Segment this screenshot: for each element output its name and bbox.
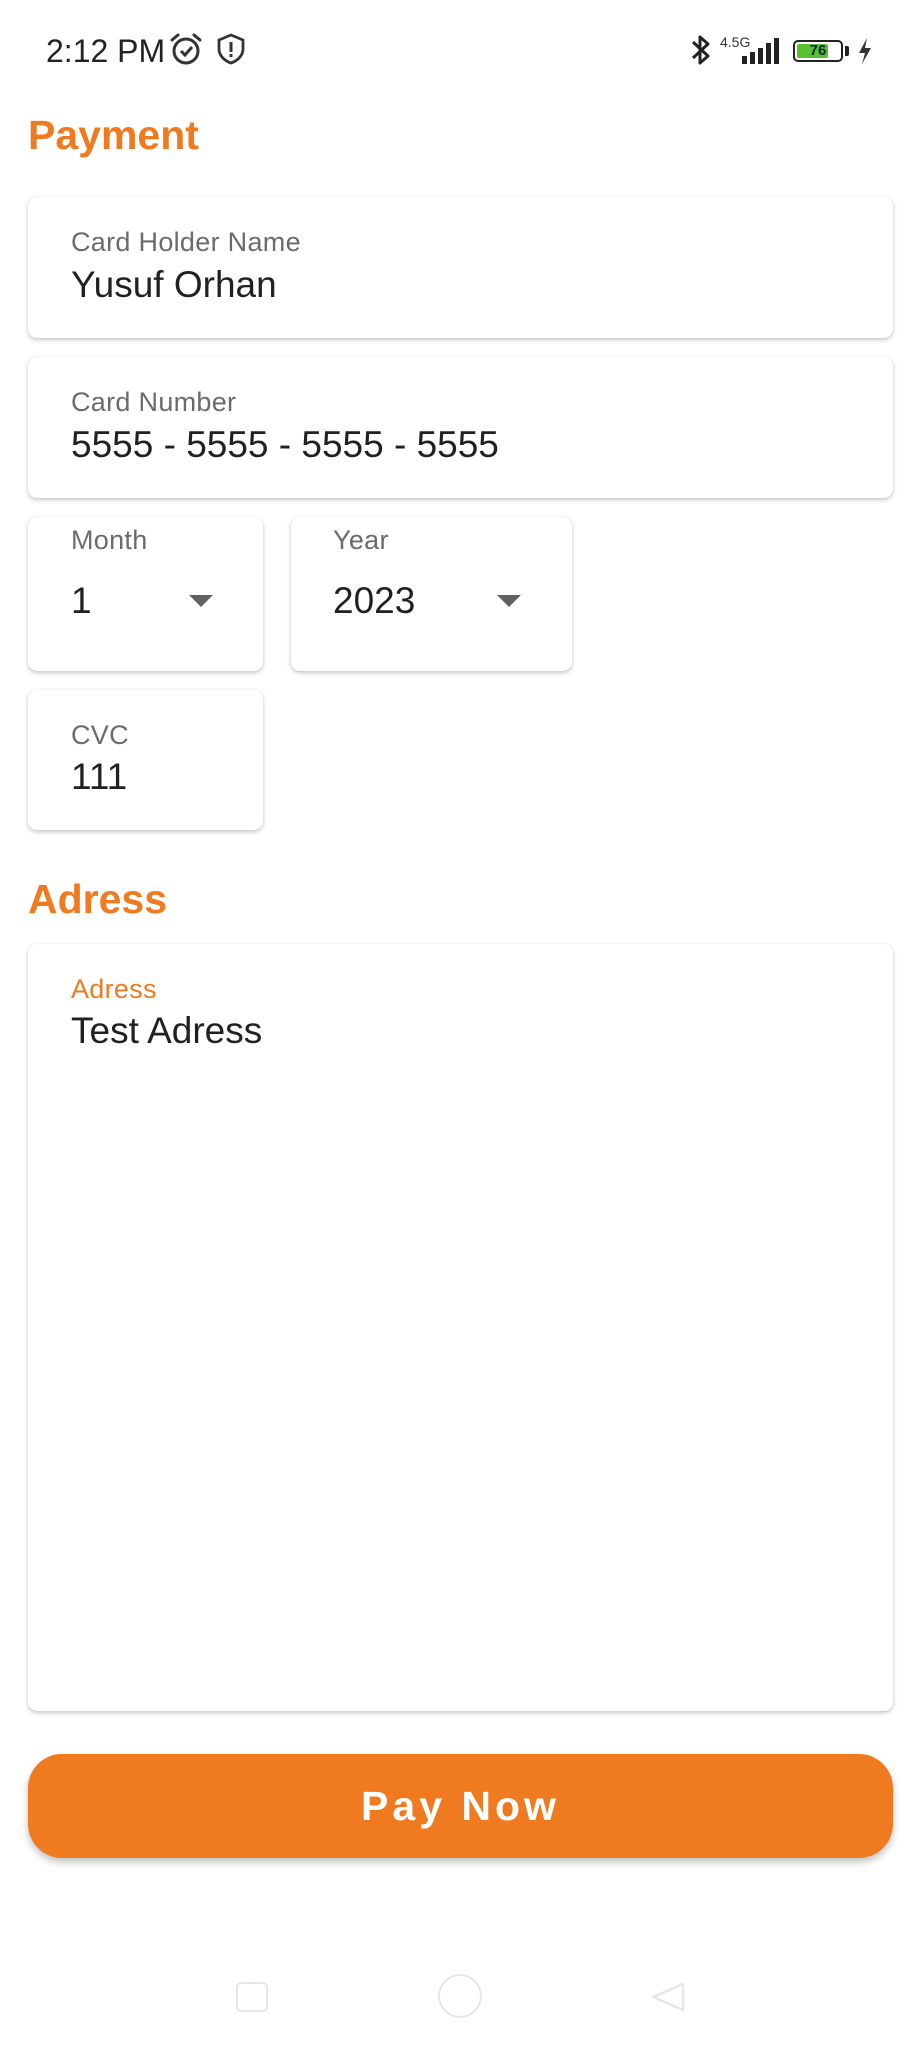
back-triangle-icon[interactable]: [650, 1980, 686, 2019]
status-time: 2:12 PM: [46, 33, 166, 69]
chevron-down-icon[interactable]: [189, 595, 213, 607]
cvc-field[interactable]: CVC 111: [28, 690, 263, 830]
battery-cap: [845, 46, 849, 56]
home-circle-icon[interactable]: [438, 1974, 482, 2018]
card-number-field[interactable]: Card Number 5555 - 5555 - 5555 - 5555: [28, 357, 893, 498]
recents-square-icon[interactable]: [236, 1982, 268, 2012]
address-label: Adress: [71, 974, 157, 1004]
card-number-value[interactable]: 5555 - 5555 - 5555 - 5555: [71, 424, 499, 466]
month-select[interactable]: Month 1: [28, 517, 263, 671]
navigation-bar: [0, 1940, 921, 2048]
card-holder-field[interactable]: Card Holder Name Yusuf Orhan: [28, 197, 893, 338]
charging-icon: [856, 36, 874, 71]
card-number-label: Card Number: [71, 387, 237, 417]
signal-icon: [738, 36, 784, 71]
address-field[interactable]: Adress Test Adress: [28, 944, 893, 1711]
payment-title: Payment: [28, 112, 199, 158]
cvc-value[interactable]: 111: [71, 756, 127, 798]
battery-level: 76: [809, 42, 827, 59]
pay-now-button[interactable]: Pay Now: [28, 1754, 893, 1858]
alarm-icon: [168, 31, 204, 72]
chevron-down-icon[interactable]: [497, 595, 521, 607]
card-holder-value[interactable]: Yusuf Orhan: [71, 264, 277, 306]
year-label: Year: [333, 525, 389, 555]
cvc-label: CVC: [71, 720, 129, 750]
address-value[interactable]: Test Adress: [71, 1010, 262, 1052]
month-value[interactable]: 1: [71, 580, 92, 622]
battery-icon: 76: [793, 40, 843, 62]
year-value[interactable]: 2023: [333, 580, 415, 622]
address-title: Adress: [28, 876, 168, 922]
shield-alert-icon: [216, 33, 246, 70]
bluetooth-icon: [688, 32, 714, 73]
status-bar: 2:12 PM 4.5G 76: [0, 0, 921, 100]
year-select[interactable]: Year 2023: [291, 517, 572, 671]
card-holder-label: Card Holder Name: [71, 227, 301, 257]
month-label: Month: [71, 525, 148, 555]
